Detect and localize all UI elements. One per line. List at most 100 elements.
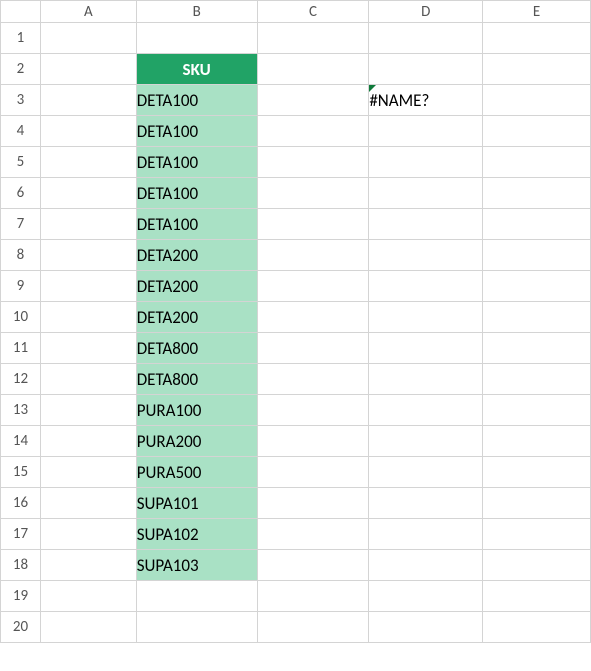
sku-data-cell[interactable]: PURA500 [136,457,257,488]
cell-e12[interactable] [483,364,591,395]
cell-c6[interactable] [257,178,369,209]
col-header-e[interactable]: E [483,1,591,23]
cell-d11[interactable] [369,333,483,364]
cell-e1[interactable] [483,23,591,54]
sku-data-cell[interactable]: DETA200 [136,271,257,302]
cell-d10[interactable] [369,302,483,333]
cell-a9[interactable] [40,271,136,302]
cell-c11[interactable] [257,333,369,364]
row-header-14[interactable]: 14 [1,426,41,457]
cell-d17[interactable] [369,519,483,550]
row-header-7[interactable]: 7 [1,209,41,240]
cell-a18[interactable] [40,550,136,581]
cell-c16[interactable] [257,488,369,519]
cell-d16[interactable] [369,488,483,519]
cell-a4[interactable] [40,116,136,147]
cell-c10[interactable] [257,302,369,333]
cell-a19[interactable] [40,581,136,612]
cell-c9[interactable] [257,271,369,302]
cell-e7[interactable] [483,209,591,240]
cell-e9[interactable] [483,271,591,302]
sku-data-cell[interactable]: DETA800 [136,364,257,395]
cell-c12[interactable] [257,364,369,395]
cell-e11[interactable] [483,333,591,364]
cell-a1[interactable] [40,23,136,54]
cell-e16[interactable] [483,488,591,519]
cell-e18[interactable] [483,550,591,581]
row-header-9[interactable]: 9 [1,271,41,302]
cell-d4[interactable] [369,116,483,147]
cell-e2[interactable] [483,54,591,85]
cell-d15[interactable] [369,457,483,488]
cell-a14[interactable] [40,426,136,457]
cell-d5[interactable] [369,147,483,178]
row-header-16[interactable]: 16 [1,488,41,519]
row-header-15[interactable]: 15 [1,457,41,488]
cell-e15[interactable] [483,457,591,488]
cell-d9[interactable] [369,271,483,302]
sku-data-cell[interactable]: DETA800 [136,333,257,364]
row-header-17[interactable]: 17 [1,519,41,550]
cell-a20[interactable] [40,612,136,643]
cell-b1[interactable] [136,23,257,54]
cell-e14[interactable] [483,426,591,457]
cell-e20[interactable] [483,612,591,643]
cell-a3[interactable] [40,85,136,116]
cell-e10[interactable] [483,302,591,333]
cell-a8[interactable] [40,240,136,271]
cell-d20[interactable] [369,612,483,643]
cell-e13[interactable] [483,395,591,426]
cell-c3[interactable] [257,85,369,116]
select-all-corner[interactable] [1,1,41,23]
cell-d18[interactable] [369,550,483,581]
cell-a15[interactable] [40,457,136,488]
row-header-1[interactable]: 1 [1,23,41,54]
col-header-c[interactable]: C [257,1,369,23]
sku-data-cell[interactable]: SUPA102 [136,519,257,550]
cell-c15[interactable] [257,457,369,488]
cell-c20[interactable] [257,612,369,643]
cell-d7[interactable] [369,209,483,240]
cell-a12[interactable] [40,364,136,395]
row-header-13[interactable]: 13 [1,395,41,426]
row-header-20[interactable]: 20 [1,612,41,643]
cell-e19[interactable] [483,581,591,612]
row-header-8[interactable]: 8 [1,240,41,271]
sku-data-cell[interactable]: DETA100 [136,85,257,116]
cell-a13[interactable] [40,395,136,426]
cell-d1[interactable] [369,23,483,54]
sku-data-cell[interactable]: DETA100 [136,209,257,240]
cell-e17[interactable] [483,519,591,550]
sku-header-cell[interactable]: SKU [136,54,257,85]
cell-c19[interactable] [257,581,369,612]
cell-a17[interactable] [40,519,136,550]
row-header-2[interactable]: 2 [1,54,41,85]
cell-e4[interactable] [483,116,591,147]
row-header-6[interactable]: 6 [1,178,41,209]
cell-d14[interactable] [369,426,483,457]
cell-c4[interactable] [257,116,369,147]
cell-d8[interactable] [369,240,483,271]
cell-a7[interactable] [40,209,136,240]
cell-a11[interactable] [40,333,136,364]
col-header-d[interactable]: D [369,1,483,23]
cell-b20[interactable] [136,612,257,643]
cell-c14[interactable] [257,426,369,457]
error-cell-d3[interactable]: #NAME? [369,85,483,116]
sku-data-cell[interactable]: DETA100 [136,147,257,178]
row-header-12[interactable]: 12 [1,364,41,395]
cell-d19[interactable] [369,581,483,612]
cell-d12[interactable] [369,364,483,395]
cell-d13[interactable] [369,395,483,426]
cell-c7[interactable] [257,209,369,240]
cell-a6[interactable] [40,178,136,209]
cell-d2[interactable] [369,54,483,85]
cell-e8[interactable] [483,240,591,271]
row-header-3[interactable]: 3 [1,85,41,116]
cell-c2[interactable] [257,54,369,85]
sku-data-cell[interactable]: SUPA101 [136,488,257,519]
cell-c13[interactable] [257,395,369,426]
cell-b19[interactable] [136,581,257,612]
row-header-4[interactable]: 4 [1,116,41,147]
sku-data-cell[interactable]: PURA100 [136,395,257,426]
